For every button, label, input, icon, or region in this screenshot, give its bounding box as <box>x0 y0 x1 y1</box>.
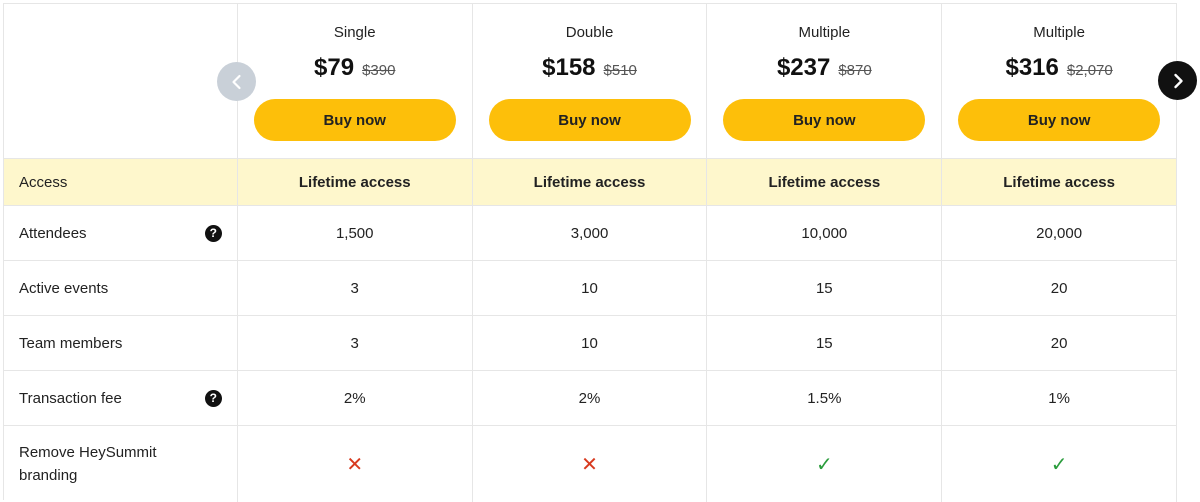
plan-header-row: Single $79 $390 Buy now Double $158 $510… <box>4 4 1178 159</box>
plan-price: $237 <box>776 54 831 81</box>
header-empty-cell <box>4 4 238 158</box>
transaction-fee-row: Transaction fee ? 2% 2% 1.5% 1% <box>4 371 1178 426</box>
cross-icon: ✕ <box>346 453 364 476</box>
transaction-fee-value: 1.5% <box>707 371 943 425</box>
check-icon: ✓ <box>1050 453 1068 476</box>
plan-old-price: $390 <box>362 62 396 79</box>
active-events-label: Active events <box>19 279 109 297</box>
row-label: Access <box>4 159 238 205</box>
branding-label: Remove HeySummit branding <box>19 444 157 484</box>
check-icon: ✓ <box>815 453 833 476</box>
access-label: Access <box>19 173 68 191</box>
transaction-fee-value: 2% <box>238 371 473 425</box>
access-value: Lifetime access <box>942 159 1178 205</box>
branding-value: ✕ <box>473 426 708 502</box>
chevron-right-icon <box>1173 73 1183 88</box>
plan-name: Multiple <box>798 24 851 41</box>
cross-icon: ✕ <box>581 453 598 476</box>
help-icon[interactable]: ? <box>204 389 222 407</box>
transaction-fee-value: 1% <box>942 371 1178 425</box>
active-events-value: 3 <box>238 261 473 315</box>
plan-old-price: $870 <box>838 62 872 79</box>
chevron-left-icon <box>231 74 241 89</box>
active-events-row: Active events 3 10 15 20 <box>4 261 1178 316</box>
help-icon[interactable]: ? <box>204 224 222 242</box>
carousel-prev-button[interactable] <box>217 62 256 101</box>
access-row: Access Lifetime access Lifetime access L… <box>4 159 1178 206</box>
plan-price: $79 <box>314 54 355 81</box>
plan-name: Single <box>333 24 376 41</box>
plan-column-single: Single $79 $390 Buy now <box>238 4 473 158</box>
price-line: $316 $2,070 <box>1005 54 1112 84</box>
row-label: Remove HeySummit branding <box>4 426 238 502</box>
transaction-fee-value: 2% <box>473 371 708 425</box>
plan-price: $158 <box>542 54 596 81</box>
buy-now-button[interactable]: Buy now <box>488 99 691 141</box>
row-label: Transaction fee ? <box>4 371 238 425</box>
transaction-fee-label: Transaction fee <box>19 389 122 407</box>
active-events-value: 20 <box>942 261 1178 315</box>
access-value: Lifetime access <box>238 159 473 205</box>
price-line: $158 $510 <box>542 54 637 84</box>
price-line: $79 $390 <box>314 54 395 84</box>
row-label: Attendees ? <box>4 206 238 260</box>
team-members-value: 3 <box>238 316 473 370</box>
branding-value: ✓ <box>942 426 1178 502</box>
buy-now-button[interactable]: Buy now <box>723 99 926 141</box>
attendees-value: 10,000 <box>707 206 943 260</box>
team-members-row: Team members 3 10 15 20 <box>4 316 1178 371</box>
plan-name: Multiple <box>1033 24 1085 41</box>
attendees-value: 20,000 <box>942 206 1178 260</box>
active-events-value: 10 <box>473 261 708 315</box>
plan-price: $316 <box>1005 54 1059 81</box>
attendees-value: 3,000 <box>473 206 708 260</box>
buy-now-button[interactable]: Buy now <box>253 99 456 141</box>
branding-value: ✕ <box>238 426 473 502</box>
attendees-value: 1,500 <box>238 206 473 260</box>
team-members-value: 10 <box>473 316 708 370</box>
attendees-row: Attendees ? 1,500 3,000 10,000 20,000 <box>4 206 1178 261</box>
plan-column-multiple-1: Multiple $237 $870 Buy now <box>707 4 943 158</box>
plan-old-price: $510 <box>603 62 637 79</box>
team-members-value: 20 <box>942 316 1178 370</box>
plan-name: Double <box>565 24 614 41</box>
row-label: Active events <box>4 261 238 315</box>
plan-column-double: Double $158 $510 Buy now <box>473 4 708 158</box>
pricing-table: Single $79 $390 Buy now Double $158 $510… <box>3 3 1178 502</box>
active-events-value: 15 <box>707 261 943 315</box>
team-members-value: 15 <box>707 316 943 370</box>
price-line: $237 $870 <box>777 54 872 84</box>
team-members-label: Team members <box>19 334 123 352</box>
carousel-next-button[interactable] <box>1158 61 1197 100</box>
access-value: Lifetime access <box>473 159 708 205</box>
branding-value: ✓ <box>707 426 943 502</box>
plan-column-multiple-2: Multiple $316 $2,070 Buy now <box>942 4 1178 158</box>
buy-now-button[interactable]: Buy now <box>958 99 1161 141</box>
plan-old-price: $2,070 <box>1066 62 1113 79</box>
row-label: Team members <box>4 316 238 370</box>
access-value: Lifetime access <box>707 159 943 205</box>
branding-row: Remove HeySummit branding ✕ ✕ ✓ ✓ <box>4 426 1178 502</box>
attendees-label: Attendees <box>19 224 87 242</box>
